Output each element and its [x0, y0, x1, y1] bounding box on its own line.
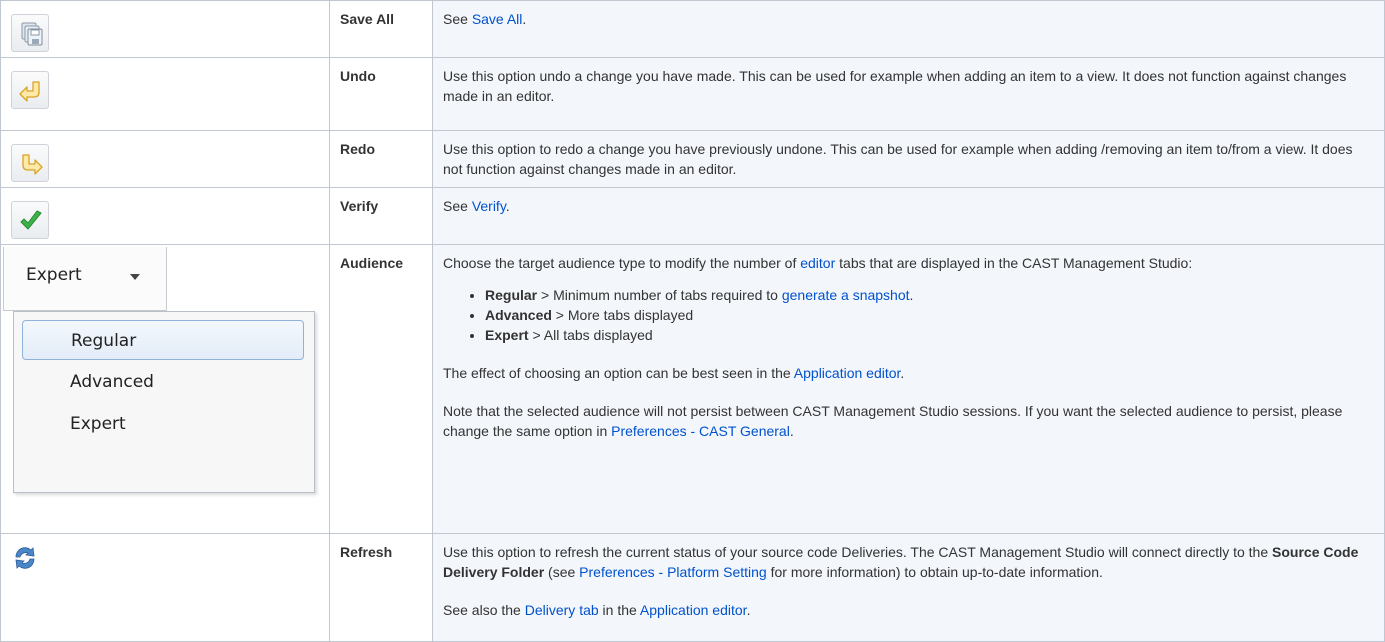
audience-option-expert[interactable]: Expert [22, 404, 304, 444]
desc-text: . [522, 11, 527, 27]
table-row-verify: Verify See Verify. [0, 187, 1385, 245]
preferences-platform-setting-link[interactable]: Preferences - Platform Setting [579, 564, 767, 580]
desc-text: The effect of choosing an option can be … [443, 365, 794, 381]
checkmark-icon [11, 201, 49, 239]
desc-text: See [443, 198, 472, 214]
editor-link[interactable]: editor [800, 255, 835, 271]
audience-effect: The effect of choosing an option can be … [443, 363, 1374, 383]
save-all-link[interactable]: Save All [472, 11, 523, 27]
icon-cell: Expert Regular Advanced Expert [0, 244, 330, 534]
table-row-audience: Expert Regular Advanced Expert Audience … [0, 244, 1385, 534]
audience-combo[interactable]: Expert [3, 247, 167, 311]
desc-text: See [443, 11, 472, 27]
option-description: Use this option to refresh the current s… [432, 533, 1385, 642]
desc-text: Choose the target audience type to modif… [443, 255, 801, 271]
audience-options-list: Regular Advanced Expert [13, 311, 315, 493]
option-name: Refresh [329, 533, 433, 642]
save-all-icon [11, 14, 49, 52]
option-description: Use this option to redo a change you hav… [432, 130, 1385, 188]
refresh-icon [11, 544, 39, 572]
option-name: Undo [329, 57, 433, 131]
toolbar-options-table: Save All See Save All. Undo Use this opt… [0, 0, 1385, 642]
application-editor-link[interactable]: Application editor [794, 365, 901, 381]
audience-option-advanced[interactable]: Advanced [22, 362, 304, 402]
application-editor-link[interactable]: Application editor [640, 602, 747, 618]
delivery-tab-link[interactable]: Delivery tab [525, 602, 599, 618]
desc-text: in the [598, 602, 640, 618]
table-row-save-all: Save All See Save All. [0, 0, 1385, 58]
option-name: Redo [329, 130, 433, 188]
audience-combo-value: Expert [26, 265, 82, 285]
audience-note: Note that the selected audience will not… [443, 401, 1374, 441]
undo-icon [11, 71, 49, 109]
desc-text: (see [544, 564, 580, 580]
table-row-refresh: Refresh Use this option to refresh the c… [0, 533, 1385, 642]
bullet-term: Advanced [485, 307, 552, 323]
option-description: Choose the target audience type to modif… [432, 244, 1385, 534]
table-row-undo: Undo Use this option undo a change you h… [0, 57, 1385, 131]
desc-text: See also the [443, 602, 525, 618]
desc-text: . [909, 287, 914, 303]
option-description: Use this option undo a change you have m… [432, 57, 1385, 131]
audience-intro: Choose the target audience type to modif… [443, 253, 1374, 273]
list-item: Regular > Minimum number of tabs require… [485, 285, 1374, 305]
preferences-cast-general-link[interactable]: Preferences - CAST General [611, 423, 790, 439]
option-name: Save All [329, 0, 433, 58]
generate-snapshot-link[interactable]: generate a snapshot [782, 287, 910, 303]
bullet-term: Regular [485, 287, 538, 303]
desc-text: > More tabs displayed [551, 307, 694, 323]
desc-text: . [789, 423, 794, 439]
verify-link[interactable]: Verify [472, 198, 506, 214]
icon-cell [0, 0, 330, 58]
icon-cell [0, 130, 330, 188]
desc-text: . [505, 198, 510, 214]
list-item: Advanced > More tabs displayed [485, 305, 1374, 325]
icon-cell [0, 533, 330, 642]
option-description: See Save All. [432, 0, 1385, 58]
desc-text: . [900, 365, 905, 381]
option-description: See Verify. [432, 187, 1385, 245]
chevron-down-icon [130, 274, 140, 280]
desc-text: . [746, 602, 751, 618]
desc-text: Note that the selected audience will not… [443, 403, 1343, 439]
refresh-para-2: See also the Delivery tab in the Applica… [443, 600, 1374, 620]
desc-text: tabs that are displayed in the CAST Mana… [835, 255, 1193, 271]
option-name: Audience [329, 244, 433, 534]
desc-text: for more information) to obtain up-to-da… [766, 564, 1103, 580]
audience-dropdown-screenshot: Expert Regular Advanced Expert [3, 245, 329, 495]
table-row-redo: Redo Use this option to redo a change yo… [0, 130, 1385, 188]
desc-text: > Minimum number of tabs required to [537, 287, 782, 303]
desc-text: > All tabs displayed [528, 327, 653, 343]
refresh-para-1: Use this option to refresh the current s… [443, 542, 1374, 582]
list-item: Expert > All tabs displayed [485, 325, 1374, 345]
redo-icon [11, 144, 49, 182]
option-name: Verify [329, 187, 433, 245]
audience-option-regular[interactable]: Regular [22, 320, 304, 360]
audience-bullet-list: Regular > Minimum number of tabs require… [443, 285, 1374, 345]
desc-text: Use this option to refresh the current s… [443, 544, 1273, 560]
bullet-term: Expert [485, 327, 529, 343]
icon-cell [0, 187, 330, 245]
icon-cell [0, 57, 330, 131]
